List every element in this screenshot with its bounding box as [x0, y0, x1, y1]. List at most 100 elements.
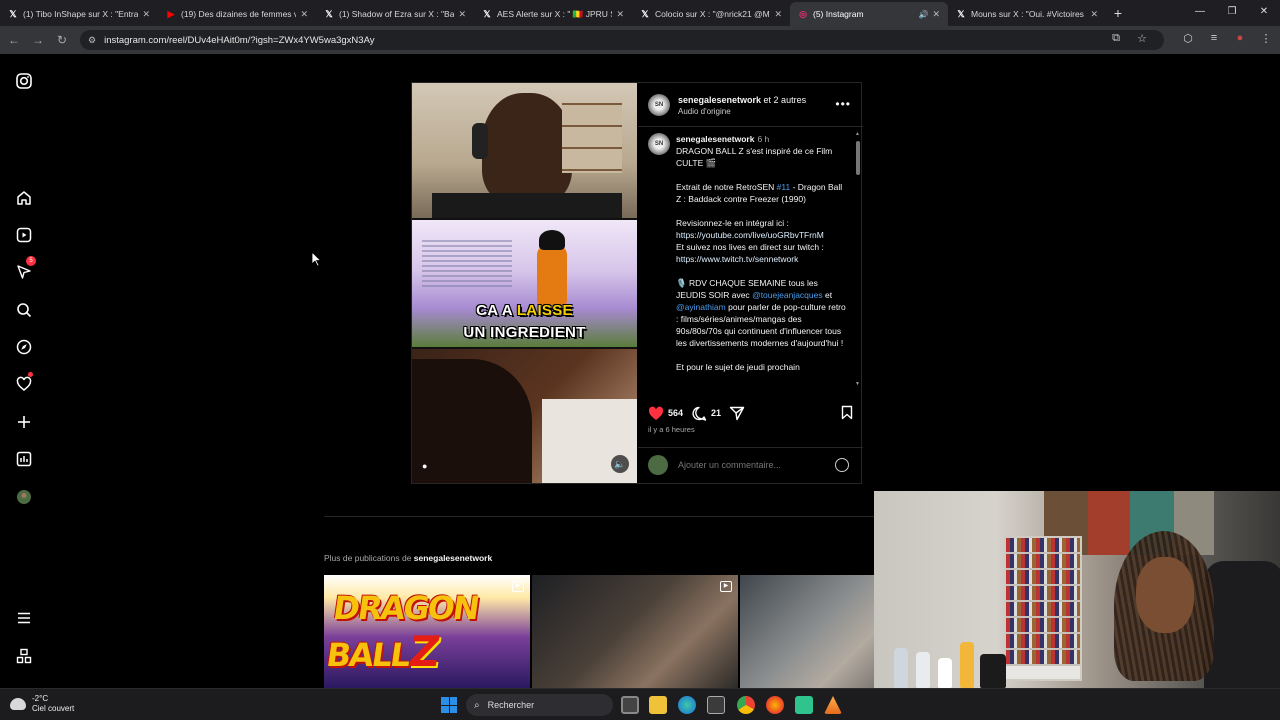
instagram-logo-icon[interactable] [14, 71, 34, 91]
scroll-down-icon[interactable]: ▼ [855, 381, 860, 387]
video-pane-bottom: ● 🔈 [412, 349, 637, 483]
scroll-thumb[interactable] [856, 141, 860, 175]
browser-tab[interactable]: ◎ (5) Instagram 🔊 ✕ [790, 2, 948, 26]
explore-compass-icon[interactable] [14, 337, 34, 357]
caption-paragraph-4: 🎙️ RDV CHAQUE SEMAINE tous les JEUDIS SO… [676, 278, 846, 348]
browser-tab[interactable]: 𝕏 AES Alerte sur X : " 🇲🇱 JPRU SCAI ✕ [474, 2, 632, 26]
tab-close-icon[interactable]: ✕ [458, 9, 466, 20]
video-caption-overlay: CA A LAISSE UN INGREDIENT [463, 302, 586, 341]
chrome-icon[interactable] [737, 696, 755, 714]
weather-widget[interactable]: -2°C Ciel couvert [10, 694, 74, 714]
browser-menu-icon[interactable]: ⋮ [1258, 32, 1274, 45]
video-pane-top [412, 83, 637, 218]
post-thumbnail[interactable]: DRAGON BALLZ ▶ [324, 575, 530, 688]
save-button[interactable] [841, 405, 853, 422]
taskbar-search[interactable]: ⌕ Rechercher [466, 694, 613, 716]
app-icon[interactable] [795, 696, 813, 714]
tab-audio-icon[interactable]: 🔊 [918, 10, 928, 19]
caption-section: SN senegalesenetwork 6 h DRAGON BALL Z s'… [638, 127, 863, 389]
site-info-icon[interactable]: ⚙ [88, 35, 96, 46]
caption-scrollbar[interactable]: ▲ ▼ [855, 131, 861, 387]
tab-close-icon[interactable]: ✕ [142, 9, 150, 20]
bookmark-star-icon[interactable]: ☆ [1134, 32, 1150, 45]
extensions-icon[interactable]: ⬡ [1180, 32, 1196, 45]
home-icon[interactable] [14, 188, 34, 208]
browser-tab[interactable]: 𝕏 (1) Tibo InShape sur X : "Entraîn ✕ [0, 2, 158, 26]
caption-username[interactable]: senegalesenetwork [676, 134, 754, 144]
tab-close-icon[interactable]: ✕ [774, 9, 782, 20]
task-view-icon[interactable] [621, 696, 639, 714]
back-icon[interactable]: ← [2, 33, 26, 47]
owner-username[interactable]: senegalesenetwork [678, 95, 761, 105]
notification-dot [28, 372, 33, 377]
mute-icon[interactable]: 🔈 [611, 455, 629, 473]
edge-browser-icon[interactable] [678, 696, 696, 714]
browser-tab[interactable]: 𝕏 Colocio sur X : "@nrick21 @Ma ✕ [632, 2, 790, 26]
meta-apps-icon[interactable] [14, 646, 34, 666]
forward-icon[interactable]: → [26, 33, 50, 47]
scroll-up-icon[interactable]: ▲ [855, 131, 860, 137]
caption-avatar[interactable]: SN [648, 133, 670, 155]
media-controls-icon[interactable]: ≡ [1206, 32, 1222, 45]
reels-icon[interactable] [14, 225, 34, 245]
windows-start-icon[interactable] [441, 697, 457, 713]
more-posts-heading: Plus de publications de senegalesenetwor… [324, 553, 493, 563]
like-count[interactable]: 564 [668, 408, 683, 418]
new-tab-button[interactable]: + [1106, 5, 1130, 21]
dashboard-icon[interactable] [14, 449, 34, 469]
firefox-icon[interactable] [766, 696, 784, 714]
tab-close-icon[interactable]: ✕ [932, 9, 940, 20]
tab-close-icon[interactable]: ✕ [300, 9, 308, 20]
like-button[interactable]: 564 [648, 406, 683, 421]
audio-label[interactable]: Audio d'origine [678, 106, 806, 117]
more-posts-grid: DRAGON BALLZ ▶ ▶ [324, 575, 874, 688]
emoji-icon[interactable] [835, 458, 849, 472]
store-icon[interactable] [707, 696, 725, 714]
more-options-icon[interactable]: ••• [835, 97, 851, 111]
browser-tab[interactable]: ▶ (19) Des dizaines de femmes vi ✕ [158, 2, 316, 26]
file-explorer-icon[interactable] [649, 696, 667, 714]
restore-icon[interactable]: ❐ [1216, 0, 1248, 24]
cloud-icon [10, 698, 26, 710]
collab-suffix[interactable]: et 2 autres [761, 95, 807, 105]
tagged-user-icon[interactable]: ● [422, 461, 427, 471]
search-icon[interactable] [14, 300, 34, 320]
minimize-icon[interactable]: — [1184, 0, 1216, 24]
tab-close-icon[interactable]: ✕ [616, 9, 624, 20]
reel-video[interactable]: CA A LAISSE UN INGREDIENT ● 🔈 [412, 83, 637, 483]
browser-tab[interactable]: 𝕏 Mouns sur X : "Oui. #Victoires ✕ [948, 2, 1106, 26]
profile-avatar[interactable] [14, 487, 34, 507]
address-bar[interactable]: ⚙ instagram.com/reel/DUv4eHAit0m/?igsh=Z… [80, 30, 1164, 50]
comment-button[interactable]: 21 [691, 406, 721, 421]
notifications-heart-icon[interactable] [14, 372, 34, 394]
close-window-icon[interactable]: ✕ [1248, 0, 1280, 24]
owner-avatar[interactable]: SN [648, 93, 670, 116]
tab-list: 𝕏 (1) Tibo InShape sur X : "Entraîn ✕ ▶ (19)… [0, 0, 1106, 26]
tab-close-icon[interactable]: ✕ [1090, 9, 1098, 20]
vlc-icon[interactable] [824, 696, 842, 714]
browser-tab[interactable]: 𝕏 (1) Shadow of Ezra sur X : "Bare ✕ [316, 2, 474, 26]
caption-paragraph-5: Et pour le sujet de jeudi prochain [676, 362, 800, 372]
mention-link[interactable]: @touejeanjacques [752, 290, 823, 300]
hashtag-link[interactable]: #11 [777, 182, 791, 192]
post-thumbnail[interactable]: ▶ [532, 575, 738, 688]
bookshelf [1004, 536, 1082, 681]
install-app-icon[interactable]: ⧉ [1108, 32, 1124, 45]
mention-link[interactable]: @ayinathiam [676, 302, 726, 312]
youtube-link[interactable]: https://youtube.com/live/uoGRbvTFrnM [676, 230, 824, 240]
reload-icon[interactable]: ↻ [50, 33, 74, 47]
tab-title: (5) Instagram [813, 9, 864, 19]
profile-avatar-icon[interactable]: ● [1232, 32, 1248, 45]
more-menu-icon[interactable] [14, 608, 34, 628]
twitch-link[interactable]: https://www.twitch.tv/sennetwork [676, 254, 798, 264]
more-posts-owner[interactable]: senegalesenetwork [414, 553, 492, 563]
post-thumbnail[interactable] [740, 575, 874, 688]
create-plus-icon[interactable] [14, 412, 34, 432]
wall-poster [1088, 491, 1130, 555]
messages-icon[interactable]: 5 [14, 256, 36, 282]
post-actions: 564 21 [638, 401, 863, 425]
x-logo-icon: 𝕏 [957, 8, 965, 19]
comment-input[interactable] [678, 459, 818, 470]
instagram-icon: ◎ [799, 8, 807, 19]
share-button[interactable] [729, 406, 745, 421]
